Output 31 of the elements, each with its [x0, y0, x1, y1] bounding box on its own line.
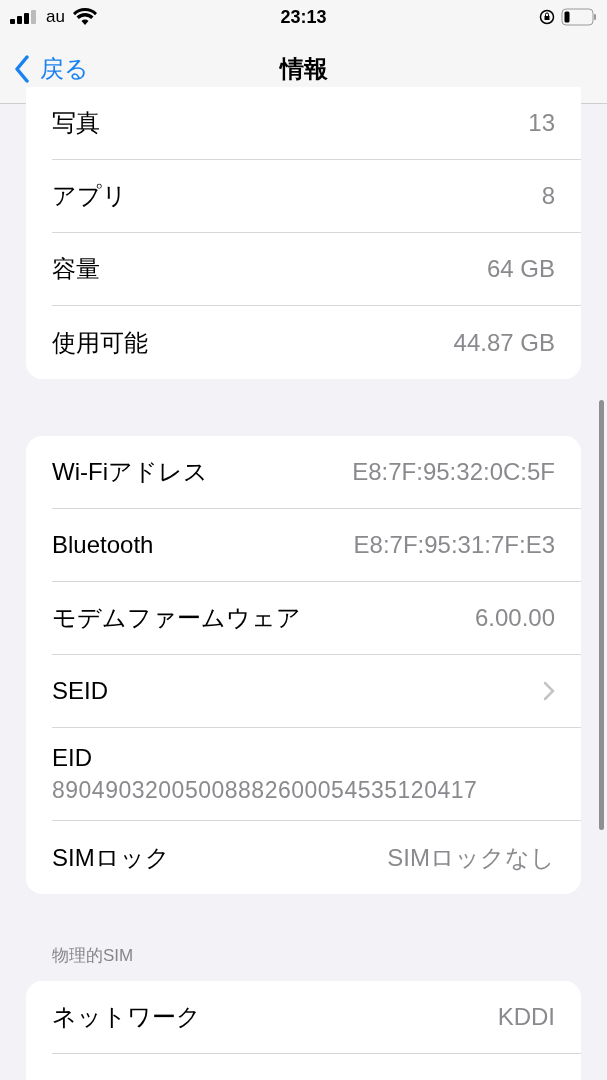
row-value: 64 GB — [486, 254, 555, 284]
row-label: 使用可能 — [52, 327, 148, 358]
row-value: 44.87 GB — [453, 327, 555, 358]
signal-icon — [10, 10, 38, 24]
row-value: E8:7F:95:32:0C:5F — [352, 457, 555, 487]
battery-icon — [561, 8, 597, 26]
row-label: SIMロック — [52, 842, 170, 873]
row-value: 89049032005008882600054535120417 — [52, 776, 479, 805]
row-label: 容量 — [52, 254, 100, 284]
row-value: SIMロックなし — [387, 842, 555, 873]
row-label: 写真 — [52, 108, 100, 138]
back-chevron-icon[interactable] — [14, 54, 30, 83]
row-value: 13 — [528, 108, 555, 138]
page-title: 情報 — [279, 53, 328, 84]
row-label: アプリ — [52, 181, 127, 211]
row-label: SEID — [52, 676, 108, 706]
row-value: 8 — [541, 181, 555, 211]
back-button[interactable]: 戻る — [14, 50, 89, 87]
row-label: Wi-Fiアドレス — [52, 457, 208, 487]
wifi-icon — [72, 8, 97, 26]
row-value: KDDI — [497, 1001, 555, 1032]
row-value: E8:7F:95:31:7F:E3 — [353, 530, 555, 560]
row-label: Bluetooth — [52, 530, 154, 560]
carrier-name: au — [46, 6, 65, 29]
rotation-lock-icon — [539, 9, 555, 25]
row-label: EID — [52, 743, 93, 773]
clock-time: 23:13 — [280, 5, 327, 29]
row-label: モデムファームウェア — [52, 603, 301, 633]
section-header: 物理的SIM — [52, 946, 134, 965]
row-label: ネットワーク — [52, 1001, 201, 1032]
row-value: 6.00.00 — [474, 603, 555, 633]
